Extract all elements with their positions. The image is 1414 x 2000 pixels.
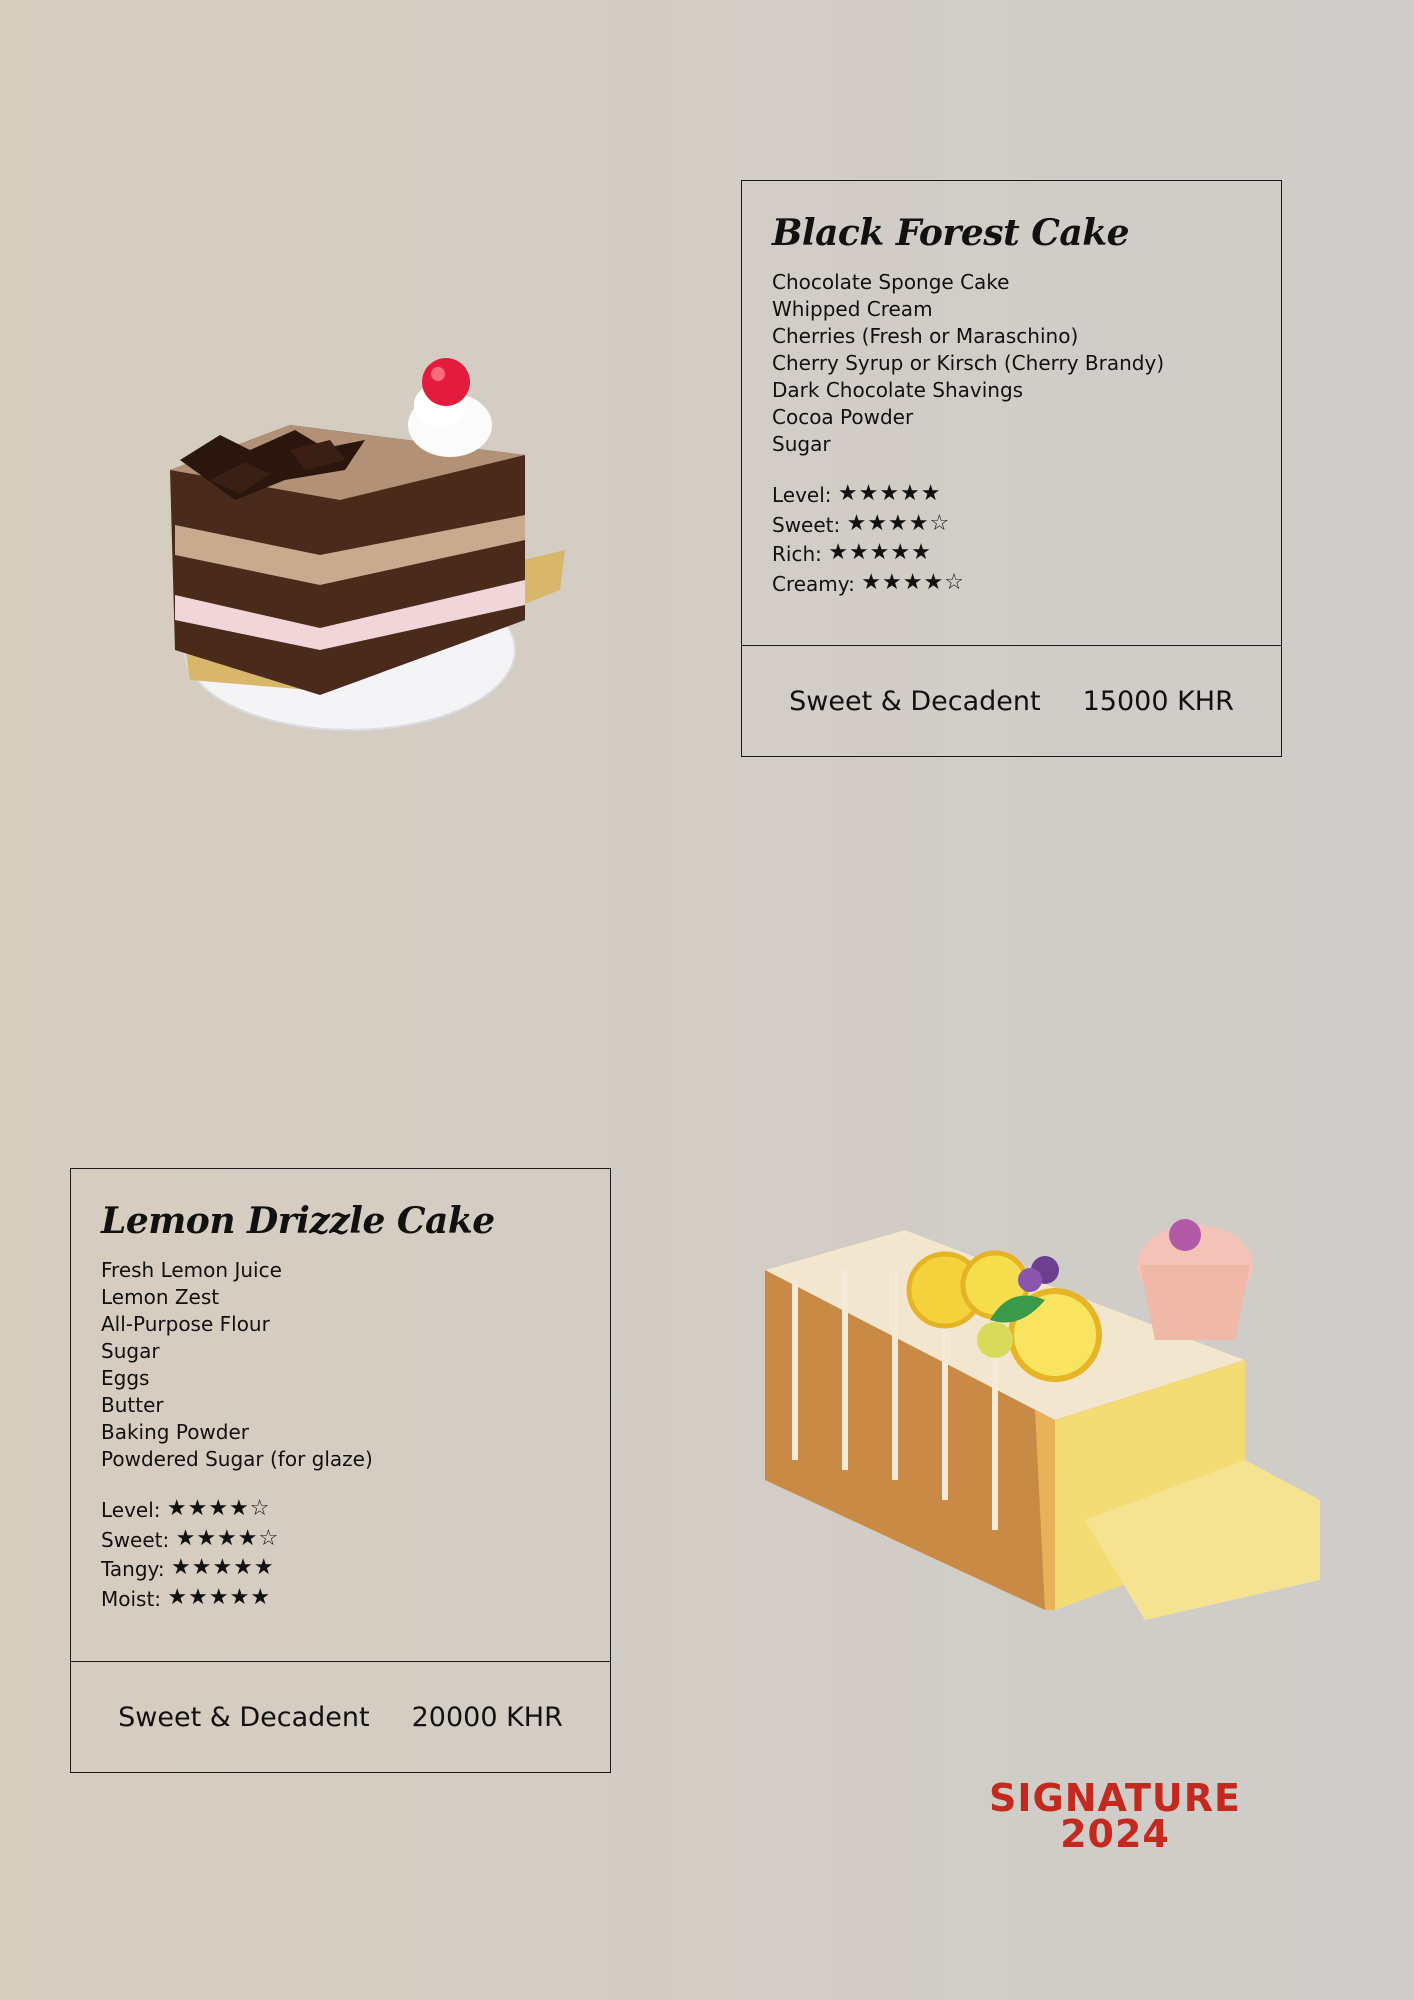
star-rating: ★★★★★ xyxy=(828,540,932,565)
rating-row: Level: ★★★★☆ xyxy=(101,1495,580,1525)
ratings-list: Level: ★★★★☆ Sweet: ★★★★☆ Tangy: ★★★★★ M… xyxy=(101,1495,580,1613)
ingredients-list: Fresh Lemon Juice Lemon Zest All-Purpose… xyxy=(101,1257,580,1473)
rating-label: Sweet: xyxy=(772,512,841,537)
card-footer: Sweet & Decadent 20000 KHR xyxy=(71,1661,610,1772)
ingredient: Whipped Cream xyxy=(772,297,933,321)
ingredient: Cherries (Fresh or Maraschino) xyxy=(772,324,1079,348)
rating-label: Moist: xyxy=(101,1586,162,1611)
menu-card-black-forest: Black Forest Cake Chocolate Sponge Cake … xyxy=(741,180,1282,757)
price: 15000 KHR xyxy=(1082,685,1234,717)
card-footer: Sweet & Decadent 15000 KHR xyxy=(742,645,1281,756)
ingredient: Sugar xyxy=(772,432,831,456)
ingredient: Fresh Lemon Juice xyxy=(101,1258,282,1282)
badge-line1: SIGNATURE xyxy=(989,1776,1241,1820)
ingredient: Lemon Zest xyxy=(101,1285,220,1309)
ingredient: Cherry Syrup or Kirsch (Cherry Brandy) xyxy=(772,351,1165,375)
ingredient: Dark Chocolate Shavings xyxy=(772,378,1024,402)
rating-row: Sweet: ★★★★☆ xyxy=(772,510,1251,540)
ingredient: Eggs xyxy=(101,1366,150,1390)
rating-label: Creamy: xyxy=(772,571,855,596)
cake-title: Black Forest Cake xyxy=(772,212,1130,254)
badge-line2: 2024 xyxy=(1060,1812,1170,1856)
rating-row: Tangy: ★★★★★ xyxy=(101,1554,580,1584)
rating-label: Level: xyxy=(772,483,832,507)
star-rating: ★★★★☆ xyxy=(861,569,965,595)
star-rating: ★★★★★ xyxy=(837,481,942,506)
rating-label: Sweet: xyxy=(101,1527,170,1552)
ingredient: Sugar xyxy=(101,1339,160,1363)
tagline: Sweet & Decadent xyxy=(118,1701,370,1733)
signature-badge: SIGNATURE 2024 xyxy=(960,1776,1270,1856)
rating-label: Level: xyxy=(101,1498,161,1522)
ratings-list: Level: ★★★★★ Sweet: ★★★★☆ Rich: ★★★★★ Cr… xyxy=(772,480,1251,598)
star-rating: ★★★★☆ xyxy=(166,1496,271,1521)
ingredient: Baking Powder xyxy=(101,1420,250,1444)
rating-row: Rich: ★★★★★ xyxy=(772,539,1251,569)
ingredient: Cocoa Powder xyxy=(772,405,914,429)
rating-row: Sweet: ★★★★☆ xyxy=(101,1525,580,1555)
rating-label: Tangy: xyxy=(101,1557,165,1581)
lemon-drizzle-cake-photo xyxy=(765,1219,1320,1620)
tagline: Sweet & Decadent xyxy=(789,685,1041,717)
rating-row: Level: ★★★★★ xyxy=(772,480,1251,510)
price: 20000 KHR xyxy=(411,1701,563,1733)
rating-label: Rich: xyxy=(772,542,822,566)
ingredient: All-Purpose Flour xyxy=(101,1312,270,1336)
cake-title: Lemon Drizzle Cake xyxy=(101,1200,495,1242)
star-rating: ★★★★★ xyxy=(171,1555,275,1580)
rating-row: Moist: ★★★★★ xyxy=(101,1584,580,1614)
star-rating: ★★★★☆ xyxy=(175,1525,280,1551)
black-forest-cake-photo xyxy=(170,358,565,731)
ingredient: Powdered Sugar (for glaze) xyxy=(101,1447,373,1471)
ingredient: Butter xyxy=(101,1393,164,1417)
ingredients-list: Chocolate Sponge Cake Whipped Cream Cher… xyxy=(772,269,1251,458)
star-rating: ★★★★★ xyxy=(167,1584,272,1610)
star-rating: ★★★★☆ xyxy=(846,510,951,536)
rating-row: Creamy: ★★★★☆ xyxy=(772,569,1251,599)
menu-card-lemon-drizzle: Lemon Drizzle Cake Fresh Lemon Juice Lem… xyxy=(70,1168,611,1773)
ingredient: Chocolate Sponge Cake xyxy=(772,270,1010,294)
